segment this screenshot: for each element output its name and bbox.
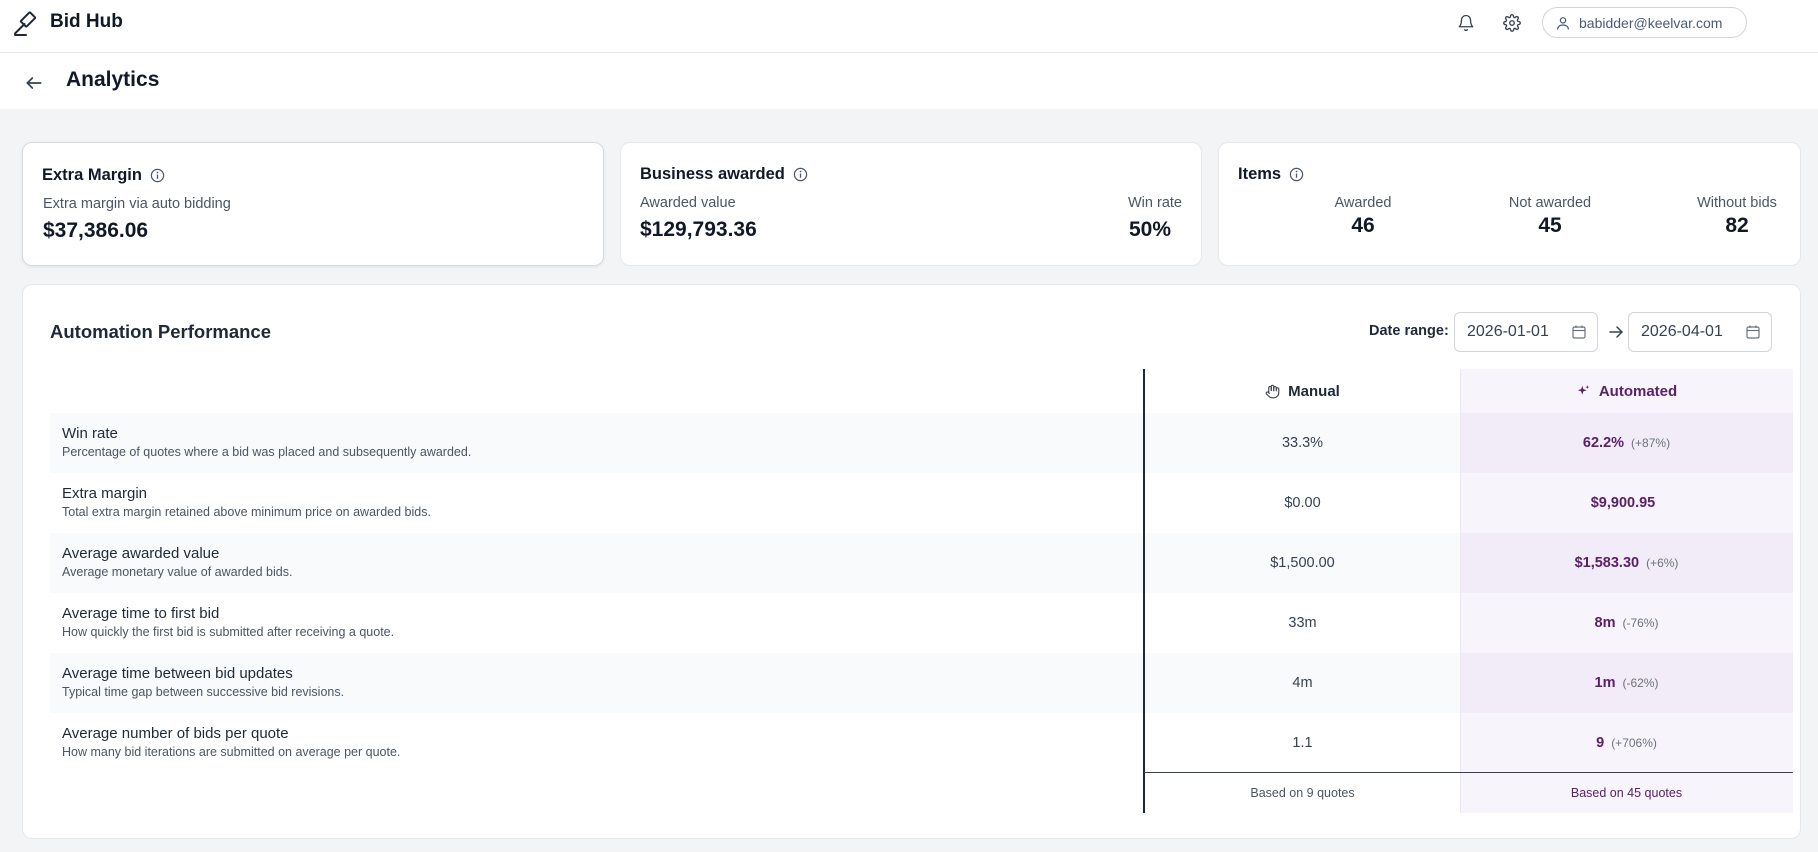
manual-value: 1.1: [1292, 735, 1313, 751]
automated-value: 62.2%: [1582, 435, 1625, 451]
manual-value: $1,500.00: [1270, 555, 1335, 571]
automated-cell: $9,900.95: [1460, 473, 1793, 533]
metric-description: Typical time gap between successive bid …: [62, 685, 345, 699]
automated-footer: Based on 45 quotes: [1570, 786, 1683, 800]
column-divider: [1460, 369, 1461, 813]
automated-delta: (+6%): [1646, 556, 1679, 570]
page-header: Analytics: [0, 53, 1818, 109]
manual-footer: Based on 9 quotes: [1250, 786, 1355, 800]
table-row: Average awarded value Average monetary v…: [50, 533, 1793, 593]
settings-gear-icon[interactable]: [1499, 10, 1525, 36]
top-bar: Bid Hub babidder@keelvar.com: [0, 0, 1818, 53]
notifications-bell-icon[interactable]: [1453, 10, 1479, 36]
metric-name: Average number of bids per quote: [62, 725, 289, 742]
column-divider: [1143, 369, 1145, 813]
extra-margin-label: Extra margin via auto bidding: [43, 196, 231, 212]
extra-margin-card: Extra Margin Extra margin via auto biddi…: [22, 142, 604, 266]
metric-description: How many bid iterations are submitted on…: [62, 745, 401, 759]
items-without-bids: Without bids 82: [1657, 195, 1817, 238]
extra-margin-value: $37,386.06: [43, 219, 149, 242]
awarded-value: $129,793.36: [640, 218, 757, 241]
info-icon[interactable]: [793, 167, 808, 182]
date-from-input[interactable]: 2026-01-01: [1454, 312, 1598, 352]
card-title: Extra Margin: [42, 166, 142, 184]
win-rate-value: 50%: [1128, 218, 1171, 241]
manual-value: 33.3%: [1281, 435, 1324, 451]
table-row: Average number of bids per quote How man…: [50, 713, 1793, 773]
items-not-awarded: Not awarded 45: [1470, 195, 1630, 238]
items-card: Items Awarded 46 Not awarded 45 Without …: [1218, 142, 1801, 266]
gavel-icon[interactable]: [12, 10, 40, 38]
performance-table: Manual Automated Win rate Percentage of …: [50, 369, 1793, 813]
automated-column-header: Automated: [1460, 369, 1793, 413]
table-row: Average time between bid updates Typical…: [50, 653, 1793, 713]
metric-name: Average awarded value: [62, 545, 220, 562]
back-arrow-icon[interactable]: [20, 69, 48, 97]
awarded-value-label: Awarded value: [640, 195, 736, 211]
info-icon[interactable]: [1289, 167, 1304, 182]
items-not-awarded-label: Not awarded: [1508, 195, 1592, 211]
manual-value: 4m: [1292, 675, 1313, 691]
card-title: Business awarded: [640, 165, 785, 183]
date-to-value: 2026-04-01: [1641, 323, 1723, 340]
card-title: Items: [1238, 165, 1282, 183]
calendar-icon: [1746, 325, 1760, 339]
user-email: babidder@keelvar.com: [1579, 14, 1723, 31]
arrow-right-icon: [1609, 326, 1623, 338]
items-not-awarded-value: 45: [1538, 214, 1562, 237]
user-icon: [1557, 16, 1569, 30]
metric-description: How quickly the first bid is submitted a…: [62, 625, 395, 639]
table-row: Extra margin Total extra margin retained…: [50, 473, 1793, 533]
items-without-bids-value: 82: [1725, 214, 1749, 237]
metric-name: Extra margin: [62, 485, 148, 502]
items-awarded-label: Awarded: [1334, 195, 1392, 211]
manual-column-header: Manual: [1145, 369, 1460, 413]
brand-name[interactable]: Bid Hub: [50, 11, 123, 33]
date-to-input[interactable]: 2026-04-01: [1628, 312, 1772, 352]
metric-name: Average time between bid updates: [62, 665, 293, 682]
sparkles-icon: [1577, 384, 1589, 395]
hand-icon: [1265, 384, 1280, 398]
automated-value: 9: [1596, 735, 1605, 751]
table-row: Win rate Percentage of quotes where a bi…: [50, 413, 1793, 473]
automated-value: $9,900.95: [1590, 495, 1656, 511]
items-without-bids-label: Without bids: [1697, 195, 1777, 211]
automated-value: 1m: [1594, 675, 1616, 691]
date-from-value: 2026-01-01: [1467, 323, 1549, 340]
items-awarded-value: 46: [1351, 214, 1375, 237]
table-row: Average time to first bid How quickly th…: [50, 593, 1793, 653]
automated-delta: (+87%): [1631, 436, 1671, 450]
manual-value: 33m: [1288, 615, 1317, 631]
automated-value: 8m: [1594, 615, 1616, 631]
automated-cell: $1,583.30 (+6%): [1460, 533, 1793, 593]
automated-value: $1,583.30: [1574, 555, 1640, 571]
info-icon[interactable]: [150, 168, 165, 183]
metric-description: Average monetary value of awarded bids.: [62, 565, 293, 579]
items-awarded: Awarded 46: [1283, 195, 1443, 238]
panel-title: Automation Performance: [50, 321, 272, 342]
automated-cell: 8m (-76%): [1460, 593, 1793, 653]
automated-delta: (-76%): [1622, 616, 1659, 630]
automated-cell: 1m (-62%): [1460, 653, 1793, 713]
metric-description: Total extra margin retained above minimu…: [62, 505, 431, 519]
date-range-label: Date range:: [1369, 323, 1449, 339]
metric-description: Percentage of quotes where a bid was pla…: [62, 445, 472, 459]
automated-cell: 62.2% (+87%): [1460, 413, 1793, 473]
automated-delta: (-62%): [1622, 676, 1659, 690]
page-title: Analytics: [66, 68, 160, 91]
metric-name: Win rate: [62, 425, 118, 442]
manual-column-label: Manual: [1288, 382, 1340, 400]
calendar-icon: [1572, 325, 1586, 339]
automated-column-label: Automated: [1598, 382, 1678, 400]
user-account-button[interactable]: babidder@keelvar.com: [1542, 7, 1747, 38]
automated-cell: 9 (+706%): [1460, 713, 1793, 773]
business-awarded-card: Business awarded Awarded value $129,793.…: [620, 142, 1202, 266]
metric-name: Average time to first bid: [62, 605, 220, 622]
automation-performance-panel: Automation Performance Date range: 2026-…: [22, 284, 1801, 839]
automated-delta: (+706%): [1611, 736, 1657, 750]
manual-value: $0.00: [1284, 495, 1321, 511]
win-rate-label: Win rate: [1128, 195, 1182, 211]
